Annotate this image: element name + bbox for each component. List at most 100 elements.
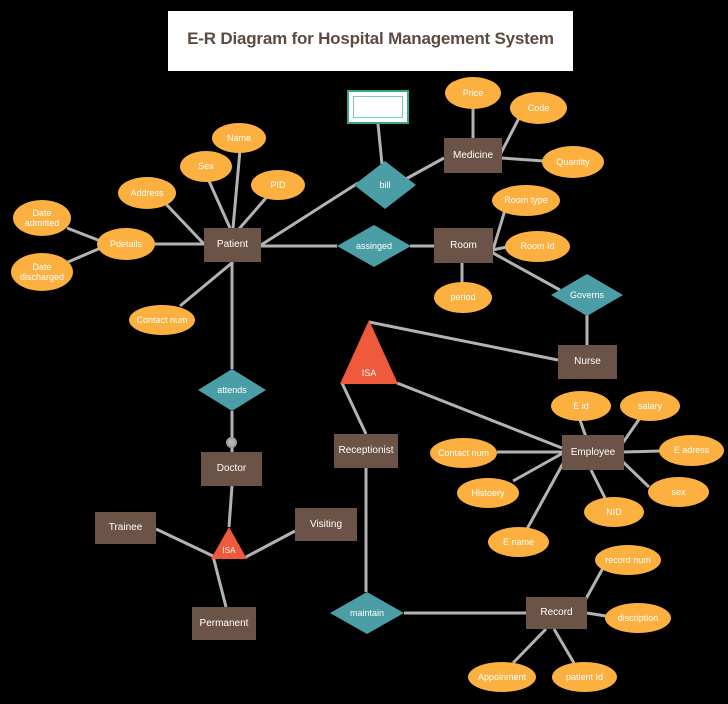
attribute-e_name[interactable]: E name: [488, 527, 549, 557]
framed-box-inner-border-2: [353, 96, 403, 118]
edge-room_type-to-room: [490, 209, 507, 254]
relationship-maintain[interactable]: maintain: [330, 592, 404, 634]
attribute-e_adress[interactable]: E adress: [659, 435, 724, 466]
relationship-label: Governs: [569, 289, 604, 300]
edge-visiting-to-isa_doctor: [245, 529, 296, 559]
relationship-bill[interactable]: bill: [354, 161, 416, 209]
attribute-label: E id: [573, 400, 589, 411]
attribute-date_discharged[interactable]: Date discharged: [11, 253, 73, 291]
attribute-period[interactable]: period: [434, 282, 492, 313]
attribute-e_id[interactable]: E id: [551, 391, 611, 421]
relationship-label: attends: [217, 384, 247, 395]
entity-receptionist[interactable]: Receptionist: [334, 434, 398, 468]
attribute-sex_e[interactable]: sex: [648, 477, 709, 507]
edge-permanent-to-isa_doctor: [211, 555, 228, 608]
attribute-label: Price: [462, 87, 484, 98]
attribute-label: Address: [130, 187, 164, 198]
attribute-label: record num: [605, 554, 651, 565]
attribute-discription[interactable]: discription: [605, 603, 671, 633]
attribute-appoinment[interactable]: Appoinment: [468, 662, 536, 692]
attribute-label: E adress: [673, 445, 710, 456]
attribute-address[interactable]: Address: [118, 177, 176, 209]
entity-label: Employee: [570, 446, 616, 458]
edge-sex_e-to-employee: [619, 458, 651, 489]
edge-sex_p-to-patient: [207, 180, 232, 229]
empty-framed-box[interactable]: [347, 90, 409, 124]
attribute-label: Date admitted: [24, 207, 60, 228]
edge-trainee-to-isa_doctor: [155, 527, 214, 558]
attribute-label: E name: [502, 536, 535, 547]
attribute-date_admitted[interactable]: Date admitted: [13, 200, 71, 236]
relationship-governs[interactable]: Governs: [551, 274, 623, 316]
entity-label: Permanent: [199, 617, 249, 629]
attribute-room_type[interactable]: Room type: [492, 185, 560, 216]
relationship-assinged[interactable]: assinged: [337, 225, 411, 267]
er-diagram-canvas: E-R Diagram for Hospital Management Syst…: [0, 0, 728, 704]
attribute-label: Histoery: [471, 487, 505, 498]
attribute-room_id[interactable]: Room Id: [505, 231, 570, 262]
relationship-attends[interactable]: attends: [198, 369, 266, 411]
attribute-label: Quantity: [556, 156, 590, 167]
attribute-label: Room Id: [520, 241, 555, 252]
edge-code-to-medicine: [498, 117, 521, 156]
attribute-label: Contact num: [437, 447, 490, 458]
edge-contact_num_p-to-patient: [179, 260, 234, 308]
title-banner: E-R Diagram for Hospital Management Syst…: [168, 11, 573, 71]
entity-employee[interactable]: Employee: [562, 435, 624, 470]
entity-record[interactable]: Record: [526, 597, 587, 629]
edge-patient_id-to-record: [552, 628, 576, 664]
entity-visiting[interactable]: Visiting: [295, 508, 357, 541]
attribute-salary[interactable]: salary: [620, 391, 680, 421]
attribute-pid[interactable]: PID: [251, 170, 305, 200]
entity-medicine[interactable]: Medicine: [444, 138, 502, 173]
attribute-contact_num_p[interactable]: Contact num: [129, 305, 195, 335]
isa-isa_doctor[interactable]: ISA: [211, 527, 247, 559]
entity-nurse[interactable]: Nurse: [558, 345, 617, 379]
page-title: E-R Diagram for Hospital Management Syst…: [187, 29, 554, 48]
attribute-code[interactable]: Code: [510, 92, 567, 124]
isa-isa_employee[interactable]: ISA: [340, 320, 398, 384]
edge-doctor-to-isa_doctor: [227, 485, 234, 528]
attribute-label: Pdetails: [109, 238, 143, 249]
edge-nid-to-employee: [589, 469, 607, 499]
attribute-histoery[interactable]: Histoery: [457, 478, 519, 508]
edge-pid-to-patient: [237, 197, 268, 230]
attribute-sex_p[interactable]: Sex: [180, 151, 232, 182]
entity-patient[interactable]: Patient: [204, 228, 261, 262]
attribute-label: discription: [617, 612, 659, 623]
entity-label: Room: [450, 239, 477, 251]
entity-label: Patient: [216, 239, 249, 251]
attribute-label: Appoinment: [477, 671, 527, 682]
entity-label: Doctor: [216, 463, 247, 475]
edge-salary-to-employee: [620, 417, 642, 445]
doctor-connector-dot: [226, 437, 237, 448]
attribute-record_num[interactable]: record num: [595, 545, 661, 575]
edge-appoinment-to-record: [511, 627, 548, 665]
attribute-nid[interactable]: NID: [584, 497, 644, 527]
edge-address-to-patient: [163, 201, 206, 246]
attribute-label: period: [450, 292, 476, 303]
relationship-label: bill: [379, 179, 391, 190]
attribute-label: Name: [226, 132, 251, 143]
entity-room[interactable]: Room: [434, 228, 493, 263]
entity-trainee[interactable]: Trainee: [95, 512, 156, 544]
isa-label: ISA: [361, 367, 377, 378]
attribute-patient_id[interactable]: patient Id: [552, 662, 617, 692]
attribute-quantity[interactable]: Quantity: [542, 146, 604, 178]
attribute-label: Sex: [198, 161, 214, 172]
entity-doctor[interactable]: Doctor: [201, 452, 262, 486]
edge-quantity-to-medicine: [500, 156, 545, 163]
attribute-name[interactable]: Name: [212, 123, 266, 153]
entity-permanent[interactable]: Permanent: [192, 607, 256, 640]
edge-isa_employee-to-nurse: [368, 320, 559, 362]
attribute-label: NID: [606, 506, 622, 517]
attribute-label: patient Id: [565, 671, 604, 682]
edge-histoery-to-employee: [512, 451, 564, 483]
attribute-pdetails[interactable]: Pdetails: [97, 228, 155, 260]
attribute-label: Date discharged: [19, 261, 65, 282]
entity-label: Trainee: [108, 522, 143, 534]
isa-label: ISA: [222, 546, 236, 556]
attribute-contact_num_e[interactable]: Contact num: [430, 438, 497, 468]
attribute-price[interactable]: Price: [445, 77, 501, 109]
edge-e_adress-to-employee: [623, 449, 661, 454]
